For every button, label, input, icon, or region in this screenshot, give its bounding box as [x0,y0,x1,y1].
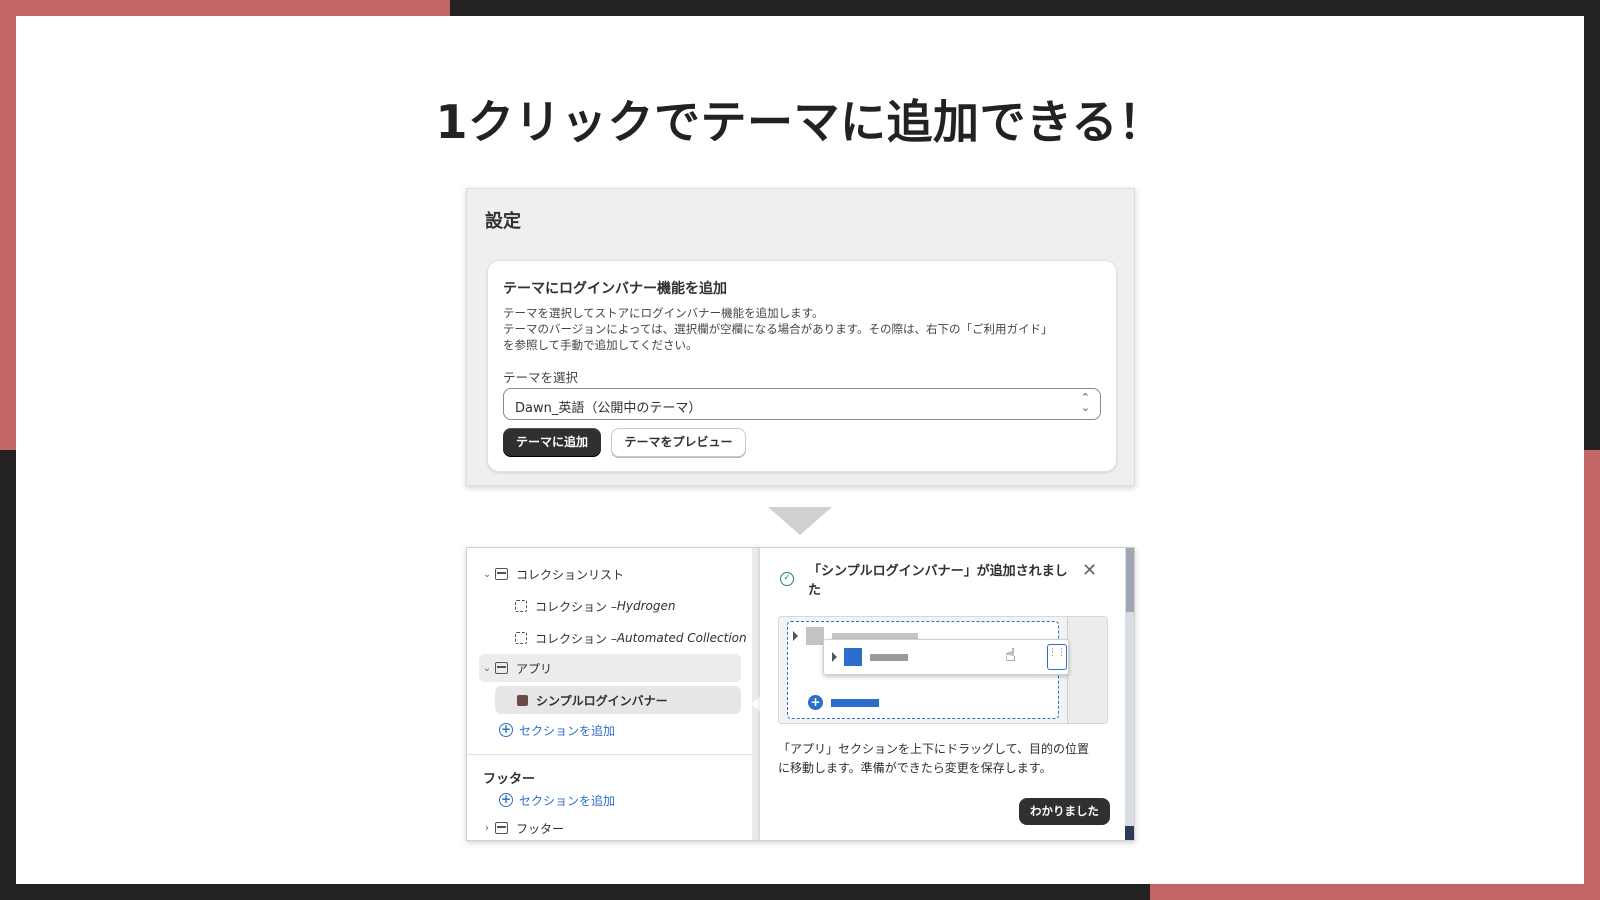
tree-item-label: アプリ [516,661,553,676]
chevron-right-icon [793,631,798,641]
divider [467,754,752,755]
popover-body: 「アプリ」セクションを上下にドラッグして、目的の位置 に移動します。準備ができた… [778,740,1108,778]
section-icon [495,568,508,580]
illustration-dragged-section: ⋮⋮ [823,639,1069,675]
headline: 1クリックでテーマに追加できる！ [435,95,1165,149]
tree-item-app-block[interactable]: シンプルログインバナー [517,688,668,712]
popover-title: 「シンプルログインバナー」が追加されました [808,564,1068,598]
check-circle-icon: ✓ [780,572,794,586]
chevron-right-icon [832,652,837,662]
theme-editor-screenshot: ⌄ コレクションリスト コレクション – Hydrogen コレクション – A… [466,547,1135,841]
footer-heading: フッター [483,772,536,787]
block-icon [515,632,527,644]
preview-edge [1125,826,1134,840]
chevron-down-icon: ⌄ [482,568,492,580]
card-title: テーマにログインバナー機能を追加 [503,281,727,297]
description-line: を参照して手動で追加してください。 [503,338,698,352]
down-arrow-icon [768,507,832,535]
settings-title: 設定 [485,211,521,232]
tree-item-collection-hydrogen[interactable]: コレクション – Hydrogen [515,594,675,618]
tree-item-label: シンプルログインバナー [536,693,668,708]
settings-screenshot: 設定 テーマにログインバナー機能を追加 テーマを選択してストアにログインバナー機… [466,188,1135,486]
description-line: テーマのバージョンによっては、選択欄が空欄になる場合があります。その際は、右下の… [503,322,1053,336]
footer-add-section-link[interactable]: + セクションを追加 [499,788,615,812]
app-icon [517,694,528,706]
illustration-blue-block [844,648,862,666]
tree-item-collection-automated[interactable]: コレクション – Automated Collection [515,626,747,650]
illustration-label-bar [870,654,908,661]
preview-scrollbar-thumb[interactable] [1126,548,1134,612]
frame-right-accent [1584,450,1600,900]
add-section-label: セクションを追加 [519,793,616,808]
frame-left-accent [0,0,16,450]
drag-illustration: ⋮⋮ ☝ + [778,616,1108,724]
tree-item-label: コレクション – [535,631,617,646]
select-chevron-icon: ⌃ ⌄ [1080,391,1090,414]
hand-cursor-icon: ☝ [1005,645,1016,666]
popover-body-line: 「アプリ」セクションを上下にドラッグして、目的の位置 [778,742,1090,756]
added-popover: ✓ 「シンプルログインバナー」が追加されました ✕ ⋮⋮ ☝ + 「アプリ」セク… [760,548,1125,840]
frame-top-accent [0,0,450,16]
theme-select[interactable]: Dawn_英語（公開中のテーマ） ⌃ ⌄ [503,388,1101,420]
add-section-link[interactable]: + セクションを追加 [499,718,615,742]
tree-item-footer[interactable]: › フッター [479,816,564,840]
tree-item-label: コレクションリスト [516,567,625,582]
add-section-label: セクションを追加 [519,723,616,738]
illustration-gray-block [806,627,824,645]
add-to-theme-card: テーマにログインバナー機能を追加 テーマを選択してストアにログインバナー機能を追… [487,260,1117,472]
card-description: テーマを選択してストアにログインバナー機能を追加します。 テーマのバージョンによ… [503,305,1103,353]
section-icon [495,662,508,674]
section-icon [495,822,508,834]
tree-item-name: Hydrogen [616,599,676,613]
illustration-preview-pane [1067,617,1107,723]
tree-item-collection-list[interactable]: ⌄ コレクションリスト [479,562,624,586]
block-icon [515,600,527,612]
tree-item-label: フッター [516,821,565,836]
tree-item-apps[interactable]: ⌄ アプリ [479,656,552,680]
plus-circle-icon: + [499,722,513,737]
illustration-add-bar [831,699,879,707]
description-line: テーマを選択してストアにログインバナー機能を追加します。 [503,306,824,320]
chevron-down-icon: ⌄ [482,662,492,674]
frame-bottom-accent [1150,884,1600,900]
tree-item-label: コレクション – [535,599,617,614]
theme-select-label: テーマを選択 [503,370,579,385]
popover-body-line: に移動します。準備ができたら変更を保存します。 [778,761,1052,775]
plus-circle-icon: + [808,695,823,710]
theme-select-value: Dawn_英語（公開中のテーマ） [515,401,702,416]
editor-sidebar: ⌄ コレクションリスト コレクション – Hydrogen コレクション – A… [467,548,752,840]
got-it-button[interactable]: わかりました [1019,798,1110,825]
chevron-right-icon: › [485,822,489,834]
add-to-theme-button[interactable]: テーマに追加 [503,428,601,457]
preview-theme-button[interactable]: テーマをプレビュー [611,428,746,457]
tree-item-name: Automated Collection [616,631,747,645]
plus-circle-icon: + [499,792,513,807]
close-icon[interactable]: ✕ [1082,560,1097,581]
drag-handle-icon: ⋮⋮ [1047,644,1067,670]
